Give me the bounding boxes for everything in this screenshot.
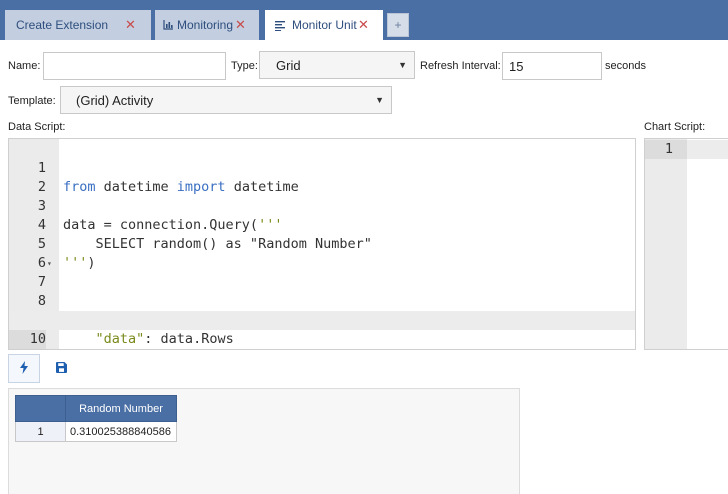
- close-icon[interactable]: ✕: [235, 17, 246, 33]
- refresh-unit-label: seconds: [605, 60, 646, 72]
- add-tab-button[interactable]: +: [387, 13, 409, 37]
- name-field[interactable]: [43, 52, 226, 80]
- close-icon[interactable]: ✕: [358, 17, 369, 33]
- code-line: 3 data = connection.Query(''': [9, 178, 635, 233]
- line-number: 1: [645, 140, 687, 159]
- lightning-icon: [19, 360, 29, 377]
- data-script-label: Data Script:: [8, 121, 66, 133]
- code-line: 1 from datetime import datetime: [9, 140, 635, 195]
- close-icon[interactable]: ✕: [125, 17, 136, 33]
- row-index: 1: [15, 421, 66, 442]
- tab-label: Monitor Unit: [292, 18, 357, 32]
- code-line: 2: [9, 159, 635, 195]
- code-text: "data": data.Rows: [95, 331, 234, 347]
- template-select[interactable]: (Grid) Activity ▼: [60, 86, 392, 114]
- refresh-interval-label: Refresh Interval:: [420, 60, 501, 72]
- template-label: Template:: [8, 95, 56, 107]
- template-select-value: (Grid) Activity: [76, 92, 154, 108]
- run-button[interactable]: [8, 354, 40, 383]
- chevron-down-icon: ▼: [398, 60, 407, 70]
- results-panel: Random Number 1 0.310025388840586: [8, 388, 520, 494]
- code-line-current: 1: [645, 140, 728, 159]
- tab-monitoring[interactable]: Monitoring ✕: [155, 10, 259, 40]
- save-button[interactable]: [45, 354, 77, 383]
- tab-bar: Create Extension ✕ Monitoring ✕ Monitor …: [0, 0, 728, 40]
- tab-label: Create Extension: [16, 18, 109, 32]
- chart-script-label: Chart Script:: [644, 121, 706, 133]
- chart-script-editor[interactable]: 1: [644, 138, 728, 350]
- type-select-value: Grid: [276, 57, 301, 73]
- tab-label: Monitoring: [177, 18, 234, 32]
- code-line: 8 "columns": data.Columns,: [9, 273, 635, 328]
- type-label: Type:: [231, 60, 258, 72]
- code-line: 5 '''): [9, 216, 635, 271]
- table-cell[interactable]: 0.310025388840586: [65, 421, 177, 442]
- tab-monitor-unit[interactable]: Monitor Unit ✕: [265, 10, 383, 40]
- results-table: Random Number 1 0.310025388840586: [15, 395, 177, 442]
- bar-chart-icon: [163, 19, 174, 33]
- code-text: }: [63, 349, 71, 350]
- code-line-current: 10 }: [9, 311, 635, 349]
- code-line: 9 "data": data.Rows: [9, 292, 635, 347]
- line-number: 10: [9, 330, 46, 349]
- editor-gutter: [645, 139, 687, 349]
- code-line: 7 ▾ result = {: [9, 254, 635, 329]
- data-script-editor[interactable]: 1 from datetime import datetime 2 3 data…: [8, 138, 636, 350]
- name-label: Name:: [8, 60, 41, 72]
- column-header[interactable]: Random Number: [65, 395, 177, 422]
- code-line: 4 SELECT random() as "Random Number": [9, 197, 635, 252]
- table-row: 1 0.310025388840586: [15, 421, 177, 442]
- code-line: 6: [9, 235, 635, 271]
- type-select[interactable]: Grid ▼: [259, 51, 415, 79]
- refresh-interval-field[interactable]: 15: [502, 52, 602, 80]
- tab-create-extension[interactable]: Create Extension ✕: [5, 10, 151, 40]
- floppy-save-icon: [55, 361, 67, 376]
- text-lines-icon: [275, 20, 286, 34]
- row-header-corner: [15, 395, 66, 422]
- chevron-down-icon: ▼: [375, 95, 384, 105]
- fold-toggle-icon[interactable]: ▾: [47, 254, 52, 273]
